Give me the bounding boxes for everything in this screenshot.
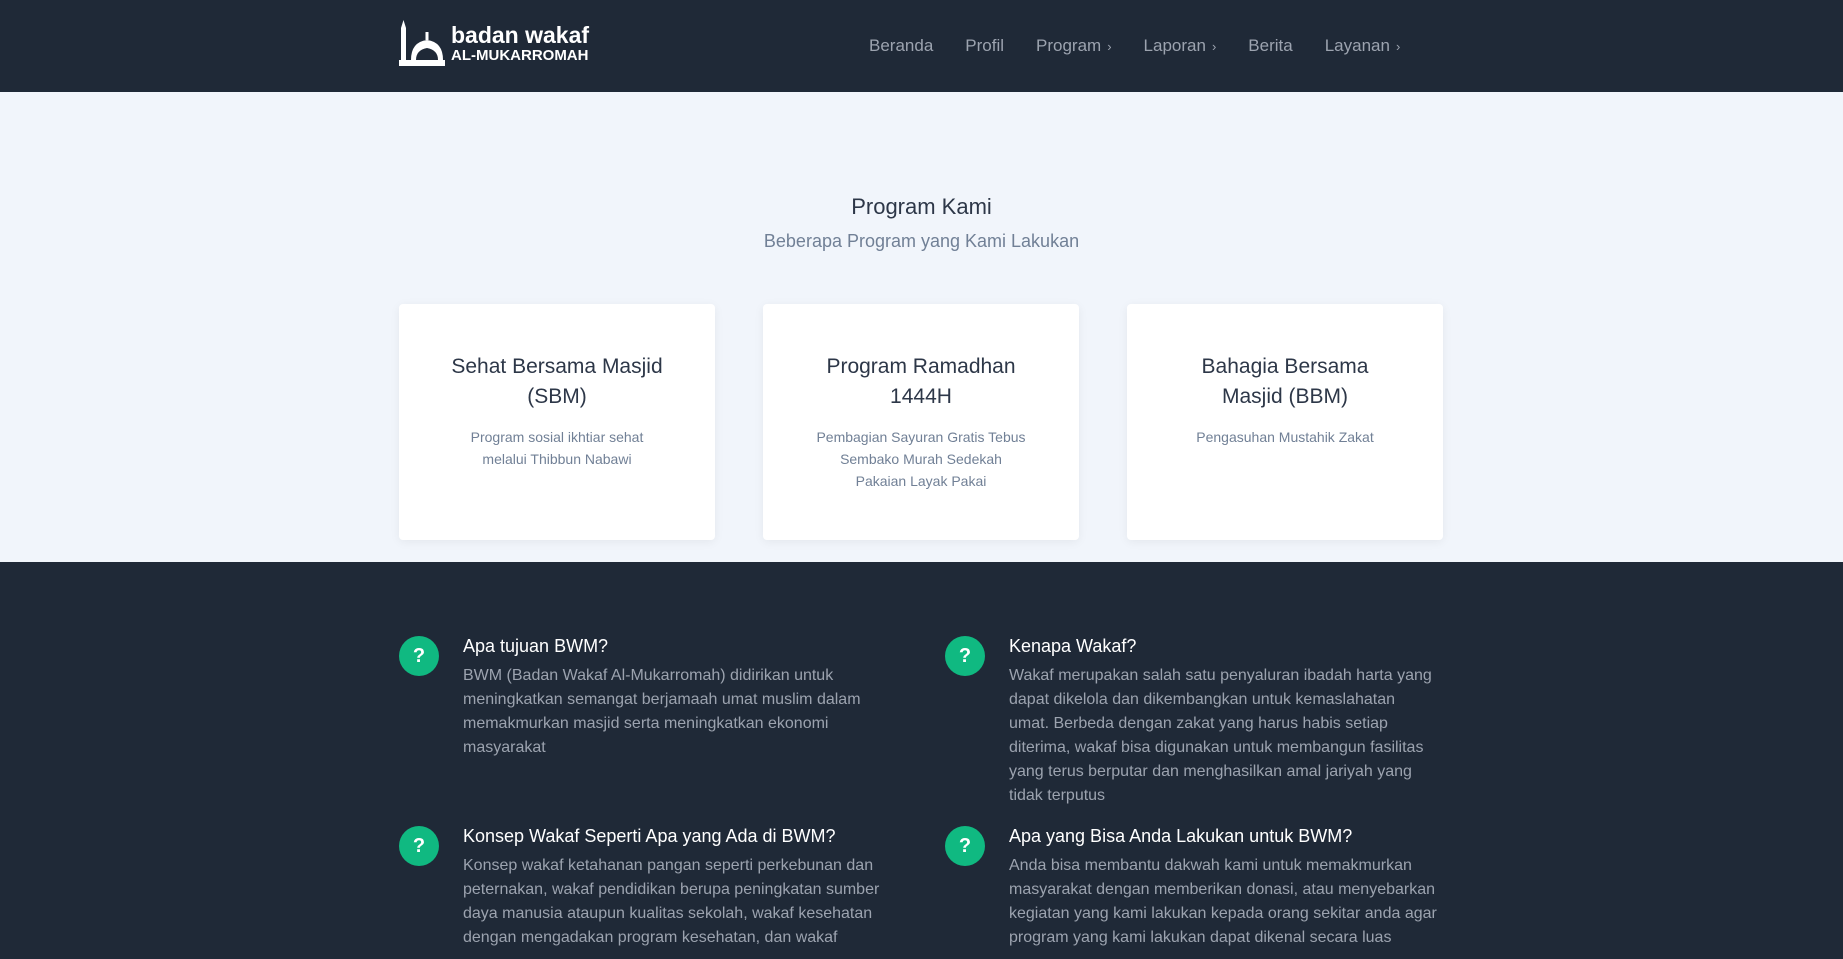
chevron-down-icon: › [1107, 38, 1112, 54]
main-nav: Beranda Profil Program › Laporan › Berita … [869, 0, 1432, 92]
site-header: badan wakaf AL-MUKARROMAH Beranda Profil… [0, 0, 1843, 92]
faq-question: Apa yang Bisa Anda Lakukan untuk BWM? [1009, 826, 1353, 846]
card-description: Program sosial ikhtiar sehat melalui Thi… [470, 429, 644, 467]
logo-title: badan wakaf [451, 22, 590, 48]
card-title: Bahagia Bersama Masjid (BBM) [1201, 355, 1369, 408]
faq-answer: Konsep wakaf ketahanan pangan seperti pe… [463, 857, 880, 946]
chevron-down-icon: › [1395, 38, 1401, 54]
faq-answer: Anda bisa membantu dakwah kami untuk mem… [1009, 857, 1437, 946]
faq-item: ? Apa tujuan BWM? BWM (Badan Wakaf Al-Mu… [399, 634, 893, 760]
nav-label: Program [1036, 36, 1102, 55]
faq-question: Apa tujuan BWM? [463, 636, 609, 656]
nav-item-layanan[interactable]: Layanan › [1325, 36, 1401, 56]
card-title: Sehat Bersama Masjid (SBM) [451, 355, 663, 408]
faq-item: ? Kenapa Wakaf? Wakaf merupakan salah sa… [945, 634, 1439, 808]
faq-question: Kenapa Wakaf? [1009, 636, 1137, 656]
faq-item: ? Apa yang Bisa Anda Lakukan untuk BWM? … [945, 824, 1439, 950]
chevron-down-icon: › [1211, 38, 1217, 54]
site-logo[interactable]: badan wakaf AL-MUKARROMAH [399, 20, 589, 68]
faq-answer: Wakaf merupakan salah satu penyaluran ib… [1009, 667, 1432, 804]
nav-item-beranda[interactable]: Beranda [869, 36, 933, 56]
question-circle-icon: ? [399, 636, 439, 676]
nav-label: Laporan [1143, 36, 1206, 55]
nav-item-profil[interactable]: Profil [965, 36, 1004, 56]
program-card-bbm[interactable]: Bahagia Bersama Masjid (BBM) Pengasuhan … [1127, 304, 1443, 540]
nav-item-berita[interactable]: Berita [1248, 36, 1292, 56]
card-description: Pembagian Sayuran Gratis Tebus Sembako M… [816, 429, 1026, 489]
faq-answer: BWM (Badan Wakaf Al-Mukarromah) didirika… [463, 667, 861, 756]
mosque-icon [399, 20, 445, 68]
section-title: Program Kami [851, 194, 992, 219]
question-circle-icon: ? [945, 826, 985, 866]
nav-item-laporan[interactable]: Laporan › [1144, 36, 1217, 56]
faq-item: ? Konsep Wakaf Seperti Apa yang Ada di B… [399, 824, 893, 950]
section-subtitle: Beberapa Program yang Kami Lakukan [763, 231, 1080, 251]
faq-question: Konsep Wakaf Seperti Apa yang Ada di BWM… [463, 826, 836, 846]
logo-subtitle: AL-MUKARROMAH [451, 47, 589, 64]
question-circle-icon: ? [399, 826, 439, 866]
nav-label: Layanan [1324, 36, 1390, 55]
question-circle-icon: ? [945, 636, 985, 676]
program-card-ramadhan[interactable]: Program Ramadhan 1444H Pembagian Sayuran… [763, 304, 1079, 540]
nav-label: Beranda [869, 36, 934, 55]
nav-label: Berita [1248, 36, 1293, 55]
nav-label: Profil [965, 36, 1005, 55]
card-title: Program Ramadhan 1444H [826, 355, 1016, 408]
nav-item-program[interactable]: Program › [1036, 36, 1112, 56]
program-card-sbm[interactable]: Sehat Bersama Masjid (SBM) Program sosia… [399, 304, 715, 540]
card-description: Pengasuhan Mustahik Zakat [1196, 429, 1374, 445]
